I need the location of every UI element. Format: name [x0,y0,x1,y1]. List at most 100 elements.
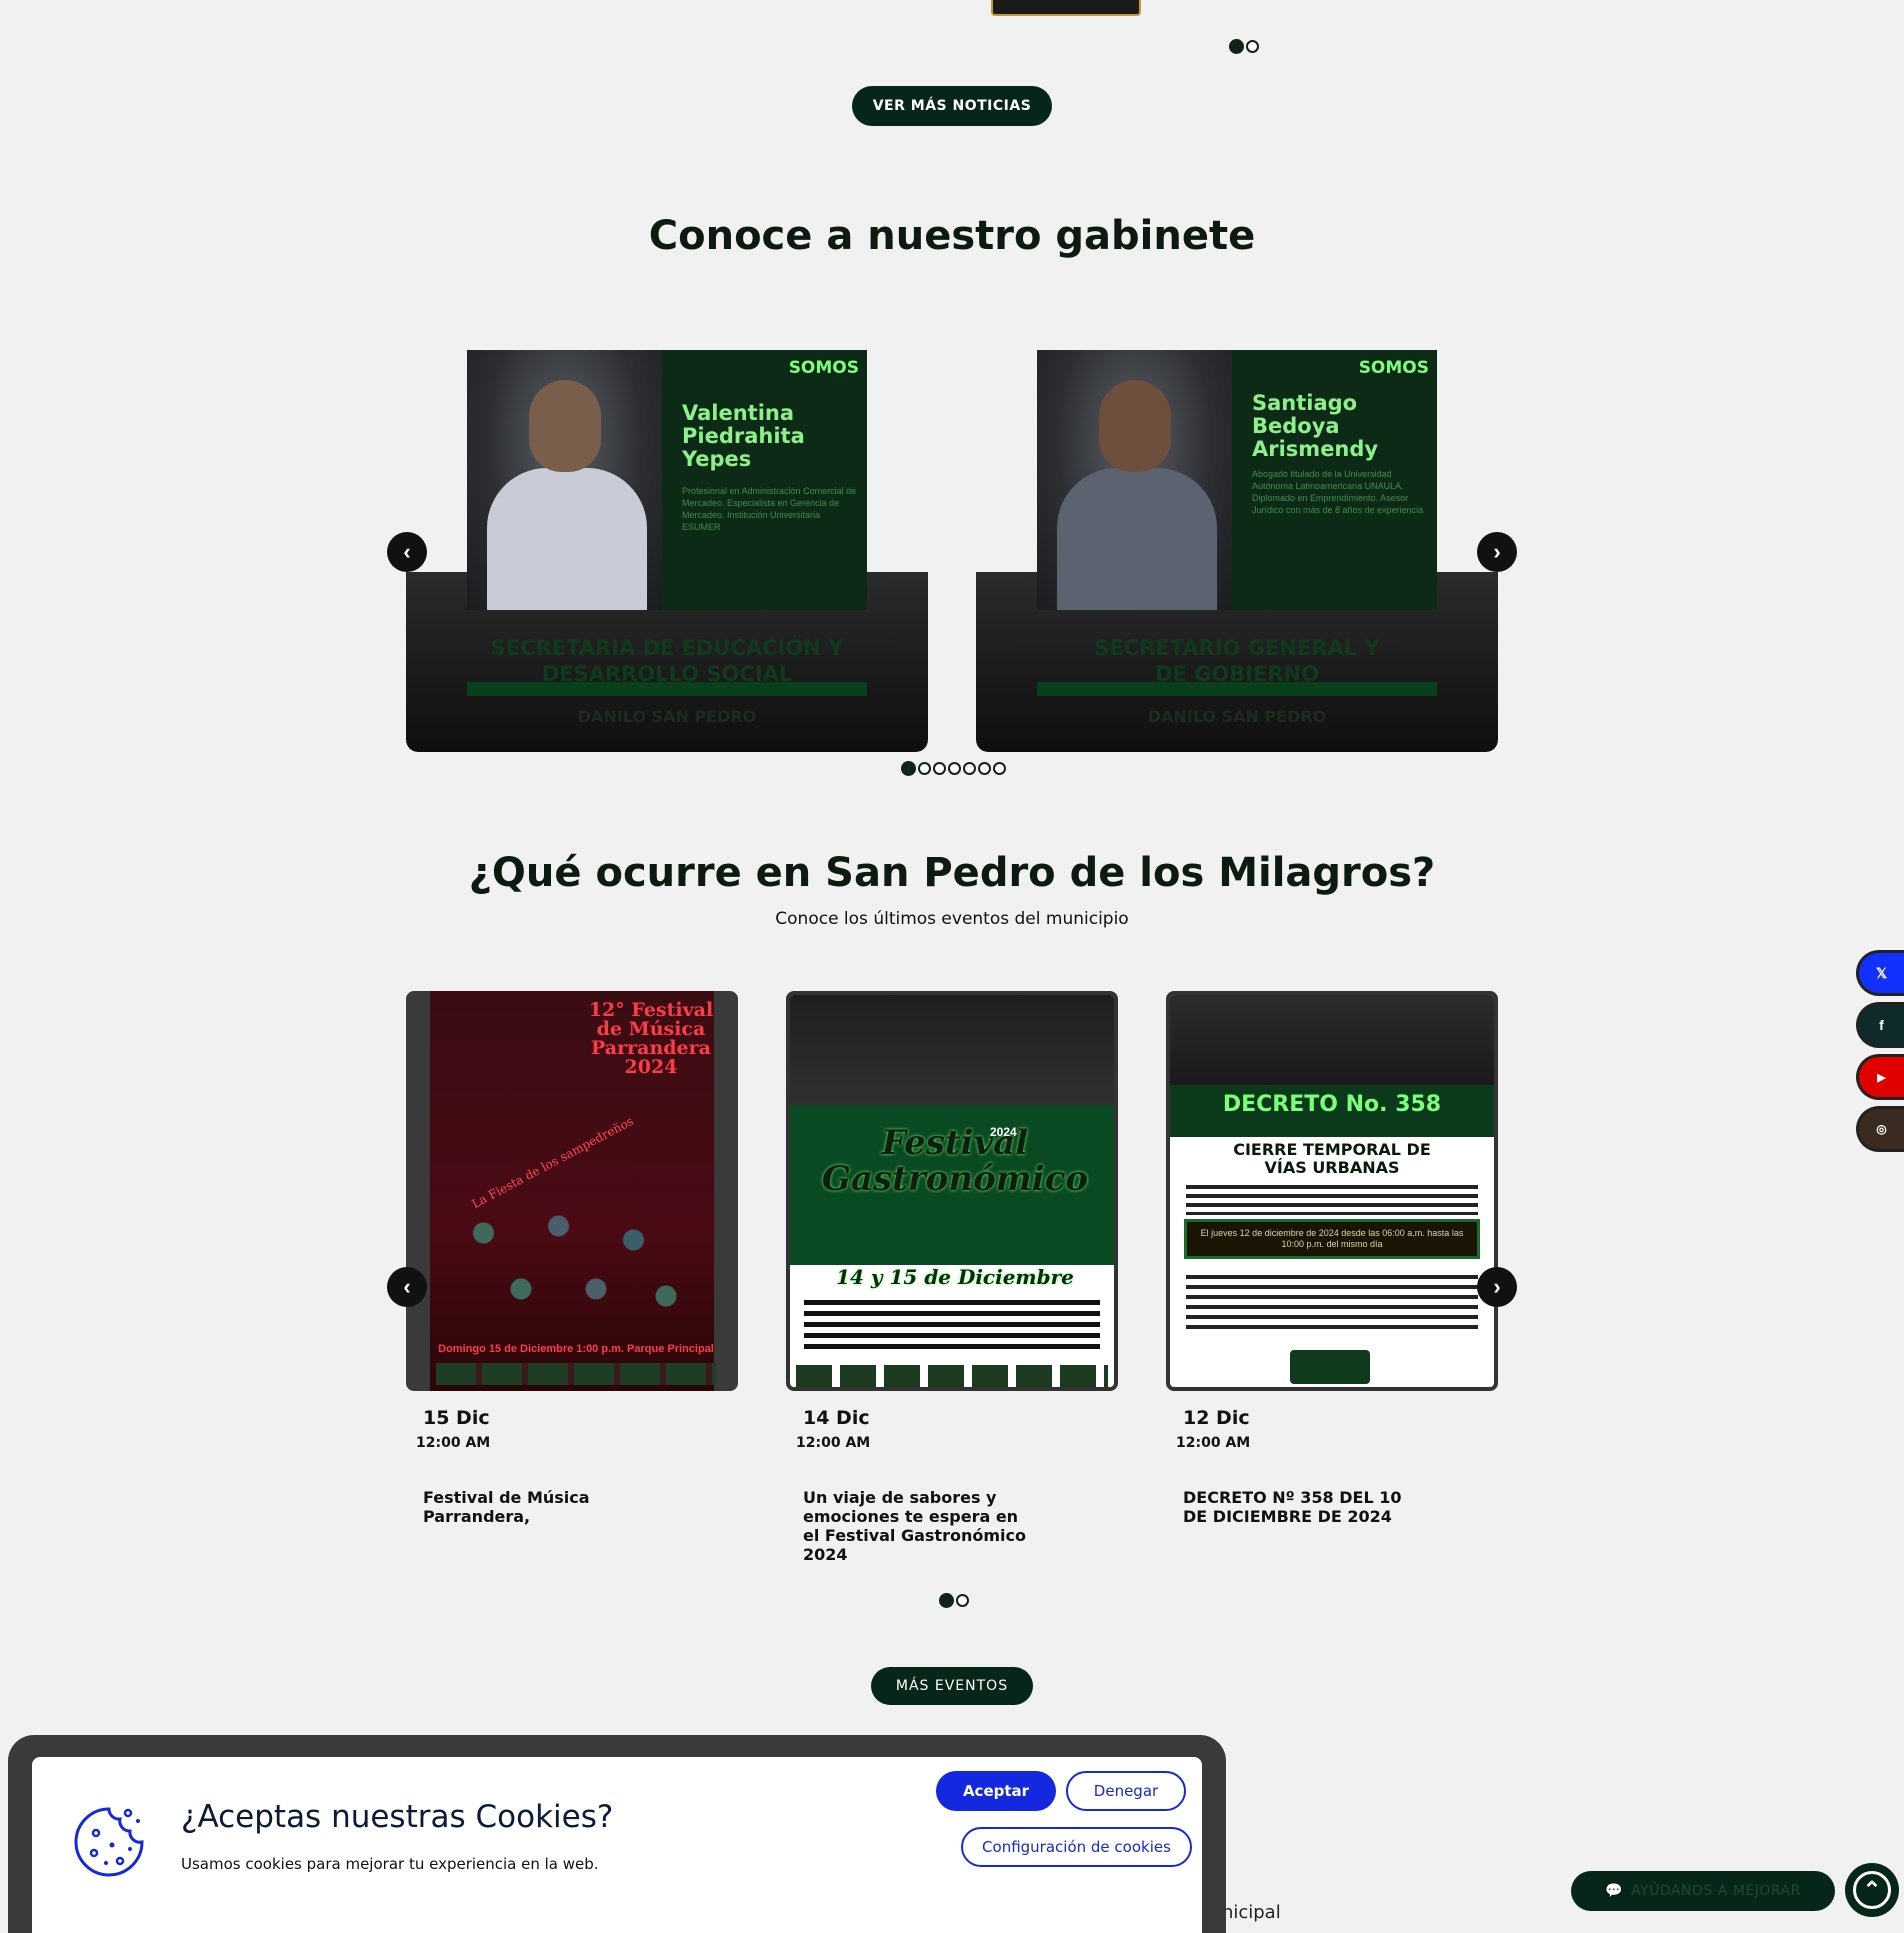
cookie-title: ¿Aceptas nuestras Cookies? [181,1799,614,1835]
cabinet-role: SECRETARIA DE EDUCACIÓN Y DESARROLLO SOC… [490,636,844,686]
pagination-dot[interactable] [963,762,976,776]
chevron-left-icon: ‹ [403,539,411,564]
chevron-left-icon: ‹ [403,1274,411,1299]
event-date: 12 Dic [1183,1407,1250,1429]
cabinet-description: Profesional en Administración Comercial … [682,486,857,532]
cookie-icon [74,1807,144,1877]
event-image[interactable]: DECRETO No. 358 CIERRE TEMPORAL DE VÍAS … [1166,991,1498,1391]
poster-text-lines [1186,1185,1478,1215]
event-date: 14 Dic [803,1407,870,1429]
pagination-dot[interactable] [978,762,991,776]
role-stripe [467,682,867,696]
x-social-button[interactable]: 𝕏 [1856,950,1904,996]
event-image[interactable]: 12° Festival de Música Parrandera 2024 L… [406,991,738,1391]
chevron-right-icon: › [1493,539,1501,564]
poster-headline: DECRETO No. 358 [1222,1092,1442,1117]
events-title: ¿Qué ocurre en San Pedro de los Milagros… [468,850,1436,896]
cookie-text: Usamos cookies para mejorar tu experienc… [181,1855,599,1873]
gabinete-prev-button[interactable]: ‹ [387,532,427,572]
event-title[interactable]: Festival de Música Parrandera, [423,1488,653,1526]
portrait-body [487,468,647,610]
pagination-dot[interactable] [901,761,916,777]
cabinet-role: SECRETARIO GENERAL Y DE GOBIERNO [1094,636,1380,686]
event-time: 12:00 AM [416,1435,491,1451]
cookie-banner: ¿Aceptas nuestras Cookies? Usamos cookie… [8,1735,1226,1933]
event-image[interactable]: Festival Gastronómico 2024 14 y 15 de Di… [786,991,1118,1391]
gabinete-carousel: SOMOS Valentina Piedrahita Yepes Profesi… [0,350,1904,770]
events-pagination [938,1592,970,1610]
pagination-dot[interactable] [918,762,931,776]
cabinet-description: Abogado titulado de la Universidad Autón… [1252,469,1424,515]
cookie-settings-button[interactable]: Configuración de cookies [961,1827,1192,1867]
pagination-dot[interactable] [1229,39,1244,55]
more-events-button[interactable]: MÁS EVENTOS [871,1667,1033,1705]
event-time: 12:00 AM [796,1435,871,1451]
portrait-head [1099,380,1171,472]
facebook-social-button[interactable]: f [1856,1002,1904,1048]
cabinet-poster: SOMOS Valentina Piedrahita Yepes Profesi… [467,350,867,610]
poster-footer: Domingo 15 de Diciembre 1:00 p.m. Parque… [438,1343,714,1355]
poster-ornaments [446,1191,696,1331]
gabinete-pagination [900,760,1007,778]
portrait-body [1057,468,1217,610]
portrait-head [529,380,601,472]
poster-dates: 14 y 15 de Diciembre [836,1265,1074,1289]
poster-text-lines [804,1300,1100,1350]
chevron-right-icon: › [1493,1274,1501,1299]
poster-year: 2024 [990,1125,1017,1139]
role-stripe [1037,682,1437,696]
facebook-icon: f [1879,1017,1884,1033]
poster-headline: 12° Festival de Música Parrandera 2024 [588,999,714,1078]
pagination-dot[interactable] [948,762,961,776]
event-time: 12:00 AM [1176,1435,1251,1451]
scroll-to-top-button[interactable]: ⌃ [1845,1863,1899,1917]
accept-cookies-button[interactable]: Aceptar [936,1771,1056,1811]
portrait-photo [1037,350,1232,610]
cabinet-name: Santiago Bedoya Arismendy [1252,391,1379,461]
events-subtitle: Conoce los últimos eventos del municipio [775,909,1129,929]
event-title[interactable]: DECRETO Nº 358 DEL 10 DE DICIEMBRE DE 20… [1183,1488,1408,1526]
poster-photo [1170,995,1494,1085]
pagination-dot[interactable] [993,762,1006,776]
cabinet-name: Valentina Piedrahita Yepes [682,401,805,471]
pagination-dot[interactable] [1246,40,1259,54]
news-pagination [1228,38,1260,56]
poster-subhead: CIERRE TEMPORAL DE VÍAS URBANAS [1233,1140,1431,1177]
poster-notice: El jueves 12 de diciembre de 2024 desde … [1184,1219,1480,1259]
youtube-icon: ▶ [1877,1071,1886,1084]
cabinet-poster: SOMOS Santiago Bedoya Arismendy Abogado … [1037,350,1437,610]
poster-headline: Festival Gastronómico [821,1123,1089,1199]
poster-sponsors [796,1365,1108,1387]
feedback-button[interactable]: 💬 AYÚDANOS A MEJORAR [1571,1871,1835,1911]
instagram-social-button[interactable]: ◎ [1856,1106,1904,1152]
event-title[interactable]: Un viaje de sabores y emociones te esper… [803,1488,1028,1564]
events-prev-button[interactable]: ‹ [387,1267,427,1307]
cabinet-logo: DANILO SAN PEDRO [577,707,757,726]
event-date: 15 Dic [423,1407,490,1429]
poster-logo [1290,1350,1370,1384]
deny-cookies-button[interactable]: Denegar [1066,1771,1186,1811]
gabinete-next-button[interactable]: › [1477,532,1517,572]
x-icon: 𝕏 [1875,964,1888,981]
events-next-button[interactable]: › [1477,1267,1517,1307]
see-more-news-button[interactable]: VER MÁS NOTICIAS [852,86,1052,126]
pagination-dot[interactable] [933,762,946,776]
pagination-dot[interactable] [956,1594,969,1608]
gabinete-title: Conoce a nuestro gabinete [648,213,1256,259]
chat-icon: 💬 [1605,1883,1624,1899]
news-carousel-image-edge [991,0,1141,16]
poster-sponsors [436,1363,716,1385]
somos-logo: SOMOS [788,358,859,378]
portrait-photo [467,350,662,610]
pagination-dot[interactable] [939,1593,954,1609]
youtube-social-button[interactable]: ▶ [1856,1054,1904,1100]
cabinet-logo: DANILO SAN PEDRO [1147,707,1327,726]
chevron-up-icon: ⌃ [1853,1871,1891,1909]
somos-logo: SOMOS [1358,358,1429,378]
poster-text-lines [1186,1275,1478,1335]
feedback-label: AYÚDANOS A MEJORAR [1631,1883,1801,1899]
cabinet-card[interactable]: SOMOS Valentina Piedrahita Yepes Profesi… [406,350,928,752]
cabinet-card[interactable]: SOMOS Santiago Bedoya Arismendy Abogado … [976,350,1498,752]
instagram-icon: ◎ [1876,1122,1887,1136]
cookie-dialog: ¿Aceptas nuestras Cookies? Usamos cookie… [32,1757,1202,1933]
